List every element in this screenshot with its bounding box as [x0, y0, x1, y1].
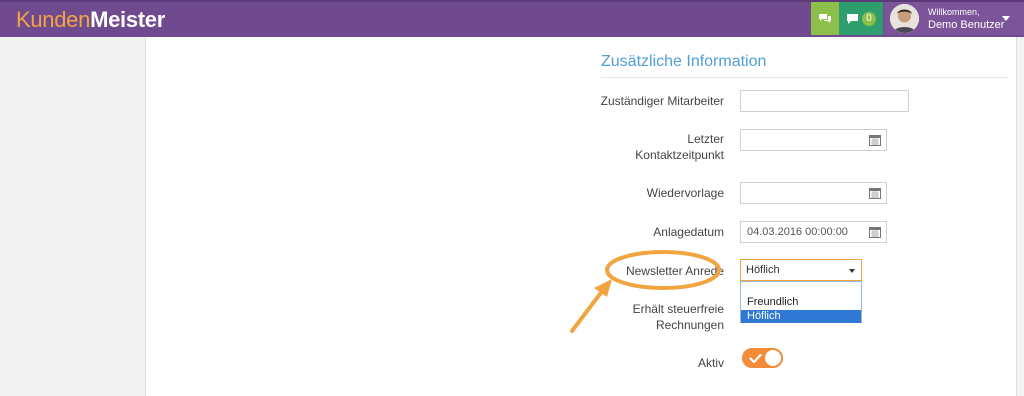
dropdown-arrow-icon	[849, 269, 855, 273]
right-panel	[1017, 37, 1024, 396]
sidebar	[0, 37, 146, 396]
toggle-knob	[765, 350, 781, 366]
app-logo[interactable]: KundenMeister	[16, 7, 165, 33]
chat-bubbles-icon	[819, 13, 831, 23]
label-wiedervorlage: Wiedervorlage	[646, 186, 724, 200]
message-count-badge: 0	[862, 11, 876, 26]
anlagedatum-value: 04.03.2016 00:00:00	[747, 226, 848, 238]
mitarbeiter-input[interactable]	[740, 90, 909, 112]
chevron-down-icon[interactable]	[1002, 16, 1010, 21]
label-mitarbeiter: Zuständiger Mitarbeiter	[600, 94, 724, 108]
messages-button[interactable]: 0	[839, 2, 883, 35]
chat-button[interactable]	[811, 2, 839, 35]
section-divider	[601, 77, 1009, 78]
label-kontakt-line1: Letzter	[687, 132, 724, 146]
avatar	[890, 4, 919, 33]
aktiv-toggle[interactable]	[742, 348, 783, 368]
option-freundlich[interactable]: Freundlich	[741, 296, 861, 309]
anlagedatum-date-input[interactable]: 04.03.2016 00:00:00	[740, 221, 887, 243]
comment-icon	[847, 13, 859, 24]
calendar-icon[interactable]	[869, 134, 881, 146]
newsletter-options-list: Freundlich Höflich	[740, 281, 862, 323]
check-icon	[749, 353, 762, 364]
logo-part-meister: Meister	[90, 7, 165, 32]
user-name: Demo Benutzer	[928, 19, 1005, 31]
welcome-text: Willkommen,	[928, 7, 980, 17]
section-title: Zusätzliche Information	[601, 53, 767, 70]
logo-part-kunden: Kunden	[16, 7, 91, 32]
calendar-icon[interactable]	[869, 187, 881, 199]
wiedervorlage-date-input[interactable]	[740, 182, 887, 204]
user-menu[interactable]: Willkommen, Demo Benutzer	[884, 2, 1024, 35]
calendar-icon[interactable]	[869, 226, 881, 238]
option-hoeflich[interactable]: Höflich	[741, 310, 861, 323]
label-kontakt-line2: Kontaktzeitpunkt	[635, 148, 724, 162]
label-anlagedatum: Anlagedatum	[653, 225, 724, 239]
newsletter-selected-value: Höflich	[746, 264, 780, 276]
kontakt-date-input[interactable]	[740, 129, 887, 151]
newsletter-anrede-select[interactable]: Höflich	[740, 259, 862, 281]
label-steuerfrei-line2: Rechnungen	[655, 318, 724, 332]
label-newsletter-anrede: Newsletter Anrede	[625, 264, 724, 278]
label-steuerfrei-line1: Erhält steuerfreie	[632, 302, 724, 316]
label-aktiv: Aktiv	[697, 356, 724, 370]
